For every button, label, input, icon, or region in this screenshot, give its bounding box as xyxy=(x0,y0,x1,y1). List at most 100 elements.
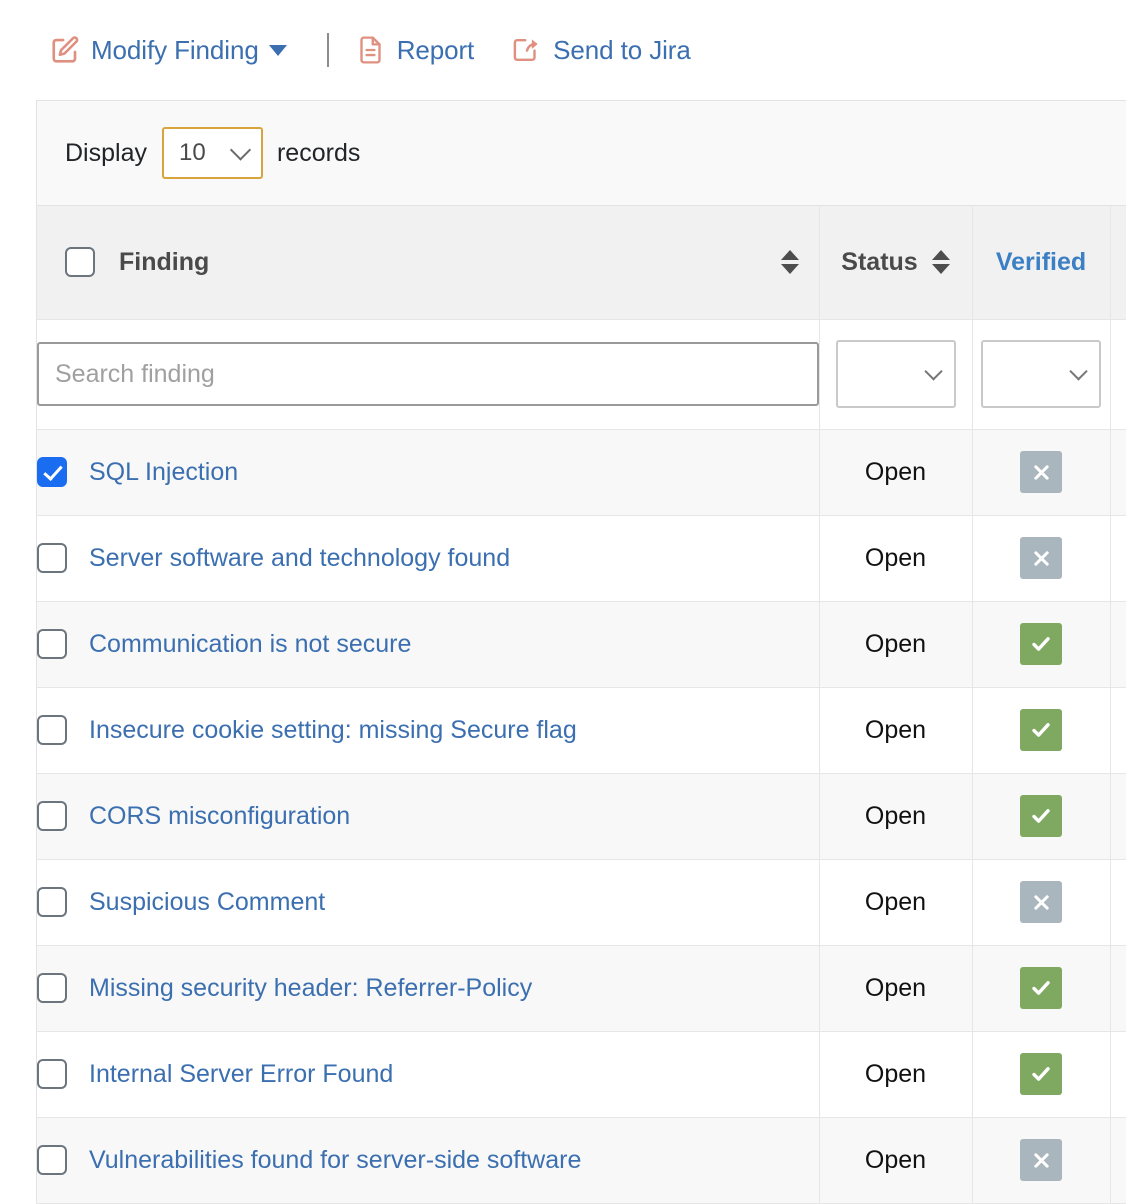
finding-link[interactable]: Server software and technology found xyxy=(89,544,510,573)
table-row: Insecure cookie setting: missing Secure … xyxy=(37,687,1126,773)
filter-cell-status xyxy=(819,319,972,429)
row-select-checkbox[interactable] xyxy=(37,887,67,917)
column-header-verified[interactable]: Verified xyxy=(972,206,1110,319)
cell-verified xyxy=(972,515,1110,601)
cell-verified xyxy=(972,859,1110,945)
share-from-square-icon xyxy=(512,35,542,65)
table-row: Internal Server Error Found Open xyxy=(37,1031,1126,1117)
table-row: Vulnerabilities found for server-side so… xyxy=(37,1117,1126,1203)
header-row: Finding Status Verified xyxy=(37,206,1126,319)
select-all-checkbox[interactable] xyxy=(65,247,95,277)
cell-overflow xyxy=(1110,515,1126,601)
verified-no-badge[interactable] xyxy=(1020,881,1062,923)
cell-status: Open xyxy=(819,945,972,1031)
cell-verified xyxy=(972,773,1110,859)
cell-status: Open xyxy=(819,429,972,515)
cell-finding: CORS misconfiguration xyxy=(37,773,819,859)
filter-row xyxy=(37,319,1126,429)
table-row: Suspicious Comment Open xyxy=(37,859,1126,945)
cell-overflow xyxy=(1110,601,1126,687)
filter-cell-verified xyxy=(972,319,1110,429)
findings-table-body: SQL InjectionOpenServer software and tec… xyxy=(37,319,1126,1203)
cell-overflow xyxy=(1110,1031,1126,1117)
column-header-finding-label: Finding xyxy=(119,248,209,277)
cell-finding: Insecure cookie setting: missing Secure … xyxy=(37,687,819,773)
column-header-verified-label: Verified xyxy=(996,248,1086,277)
cell-status: Open xyxy=(819,1117,972,1203)
cell-status: Open xyxy=(819,601,972,687)
pen-to-square-icon xyxy=(50,35,80,65)
table-length-control: Display 10 records xyxy=(37,101,1126,206)
cell-overflow xyxy=(1110,945,1126,1031)
verified-yes-badge[interactable] xyxy=(1020,967,1062,1009)
finding-link[interactable]: Missing security header: Referrer-Policy xyxy=(89,974,532,1003)
finding-link[interactable]: Insecure cookie setting: missing Secure … xyxy=(89,716,577,745)
row-select-checkbox[interactable] xyxy=(37,715,67,745)
verified-yes-badge[interactable] xyxy=(1020,709,1062,751)
filter-cell-overflow xyxy=(1110,319,1126,429)
table-row: CORS misconfiguration Open xyxy=(37,773,1126,859)
finding-link[interactable]: Vulnerabilities found for server-side so… xyxy=(89,1146,581,1175)
modify-finding-label: Modify Finding xyxy=(91,35,259,66)
verified-no-badge[interactable] xyxy=(1020,537,1062,579)
verified-no-badge[interactable] xyxy=(1020,1139,1062,1181)
cell-status: Open xyxy=(819,515,972,601)
finding-link[interactable]: SQL Injection xyxy=(89,458,238,487)
table-row: Communication is not secure Open xyxy=(37,601,1126,687)
row-select-checkbox[interactable] xyxy=(37,1145,67,1175)
cell-verified xyxy=(972,1117,1110,1203)
cell-finding: Internal Server Error Found xyxy=(37,1031,819,1117)
cell-finding: Communication is not secure xyxy=(37,601,819,687)
cell-status: Open xyxy=(819,1031,972,1117)
send-to-jira-button[interactable]: Send to Jira xyxy=(512,35,691,66)
cell-status: Open xyxy=(819,687,972,773)
row-select-checkbox[interactable] xyxy=(37,801,67,831)
verified-yes-badge[interactable] xyxy=(1020,623,1062,665)
findings-table-head: Finding Status Verified xyxy=(37,206,1126,319)
cell-overflow xyxy=(1110,429,1126,515)
column-header-overflow xyxy=(1110,206,1126,319)
cell-verified xyxy=(972,429,1110,515)
chevron-down-icon[interactable] xyxy=(269,45,287,56)
row-select-checkbox[interactable] xyxy=(37,457,67,487)
file-lines-icon xyxy=(356,35,386,65)
verified-no-badge[interactable] xyxy=(1020,451,1062,493)
cell-finding: Vulnerabilities found for server-side so… xyxy=(37,1117,819,1203)
finding-link[interactable]: Internal Server Error Found xyxy=(89,1060,393,1089)
cell-overflow xyxy=(1110,687,1126,773)
verified-yes-badge[interactable] xyxy=(1020,795,1062,837)
filter-verified-select[interactable] xyxy=(981,340,1101,408)
row-select-checkbox[interactable] xyxy=(37,1059,67,1089)
verified-yes-badge[interactable] xyxy=(1020,1053,1062,1095)
row-select-checkbox[interactable] xyxy=(37,543,67,573)
table-row: Missing security header: Referrer-Policy… xyxy=(37,945,1126,1031)
report-button[interactable]: Report xyxy=(356,35,474,66)
chevron-down-icon xyxy=(1069,362,1087,380)
display-label: Display xyxy=(65,139,147,168)
row-select-checkbox[interactable] xyxy=(37,629,67,659)
finding-link[interactable]: CORS misconfiguration xyxy=(89,802,350,831)
records-per-page-value: 10 xyxy=(179,139,206,167)
cell-finding: Missing security header: Referrer-Policy xyxy=(37,945,819,1031)
cell-status: Open xyxy=(819,773,972,859)
cell-status: Open xyxy=(819,859,972,945)
findings-table: Finding Status Verified xyxy=(37,206,1126,1204)
chevron-down-icon xyxy=(924,362,942,380)
toolbar-divider xyxy=(327,33,329,67)
column-header-status[interactable]: Status xyxy=(819,206,972,319)
row-select-checkbox[interactable] xyxy=(37,973,67,1003)
table-row: Server software and technology found Open xyxy=(37,515,1126,601)
sort-icon-status[interactable] xyxy=(932,250,950,274)
cell-verified xyxy=(972,687,1110,773)
cell-overflow xyxy=(1110,773,1126,859)
column-header-finding[interactable]: Finding xyxy=(37,206,819,319)
finding-link[interactable]: Communication is not secure xyxy=(89,630,411,659)
records-label: records xyxy=(277,139,360,168)
records-per-page-select[interactable]: 10 xyxy=(162,127,263,179)
modify-finding-button[interactable]: Modify Finding xyxy=(50,35,259,66)
findings-panel: Display 10 records Finding xyxy=(36,100,1126,1204)
filter-status-select[interactable] xyxy=(836,340,956,408)
search-finding-input[interactable] xyxy=(37,342,819,406)
sort-icon-finding[interactable] xyxy=(781,250,799,274)
finding-link[interactable]: Suspicious Comment xyxy=(89,888,325,917)
